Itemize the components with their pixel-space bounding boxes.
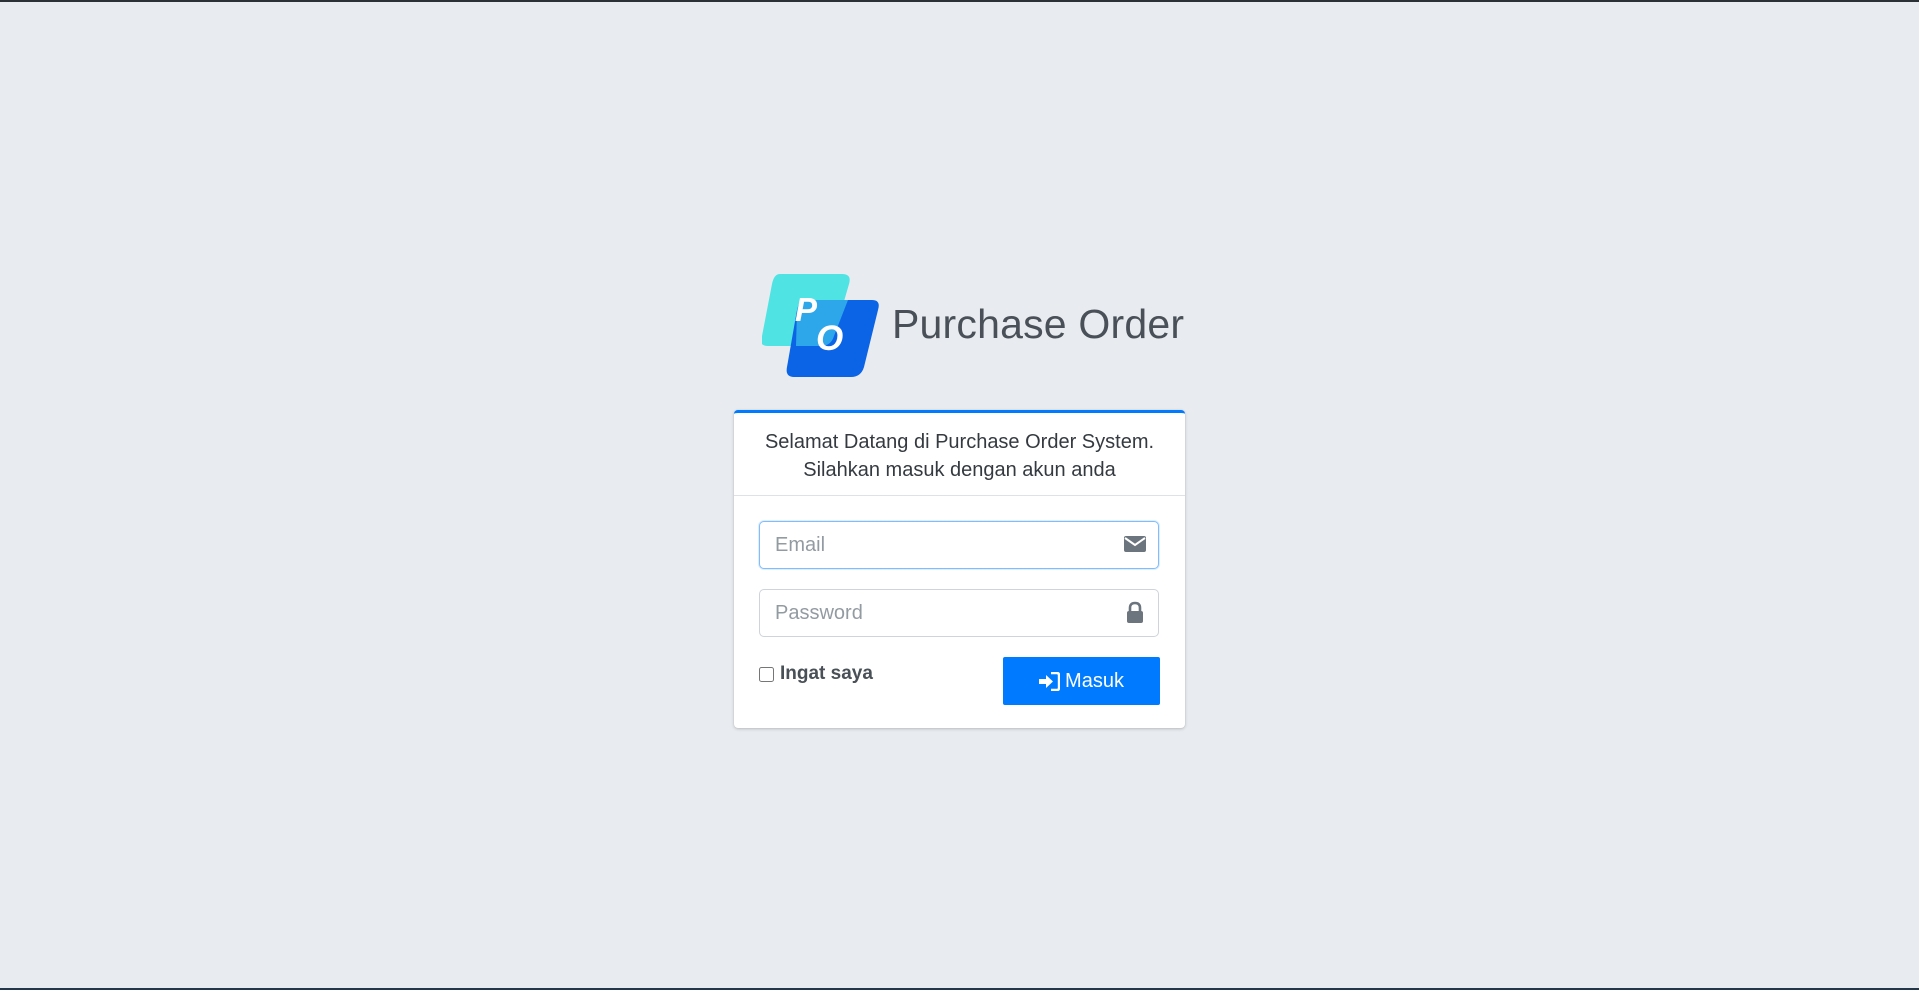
welcome-message-line1: Selamat Datang di Purchase Order System. (764, 431, 1155, 453)
remember-me-checkbox[interactable] (759, 666, 774, 682)
remember-me-label[interactable]: Ingat saya (780, 663, 873, 685)
login-actions: Ingat saya Masuk (759, 657, 1160, 705)
envelope-icon (1124, 536, 1146, 552)
email-input-group (759, 521, 1160, 569)
sign-in-icon (1039, 671, 1061, 691)
email-input[interactable] (759, 521, 1159, 569)
login-box: P O Purchase Order Selamat Datang di Pur… (734, 272, 1185, 728)
login-button[interactable]: Masuk (1003, 657, 1160, 705)
password-input[interactable] (759, 589, 1159, 637)
login-card-header: Selamat Datang di Purchase Order System.… (734, 413, 1185, 496)
welcome-message-line2: Silahkan masuk dengan akun anda (803, 459, 1116, 481)
remember-me: Ingat saya (759, 663, 873, 685)
login-card: Selamat Datang di Purchase Order System.… (734, 410, 1185, 728)
lock-icon (1127, 601, 1143, 623)
password-input-group (759, 589, 1160, 637)
purchase-order-logo: P O (762, 274, 879, 377)
logo-letter-p: P (795, 291, 818, 328)
login-button-label: Masuk (1065, 669, 1124, 692)
login-form: Ingat saya Masuk (734, 496, 1185, 705)
logo-letter-o: O (816, 319, 843, 358)
login-logo: P O Purchase Order (734, 272, 1185, 378)
brand-title: Purchase Order (892, 301, 1185, 347)
